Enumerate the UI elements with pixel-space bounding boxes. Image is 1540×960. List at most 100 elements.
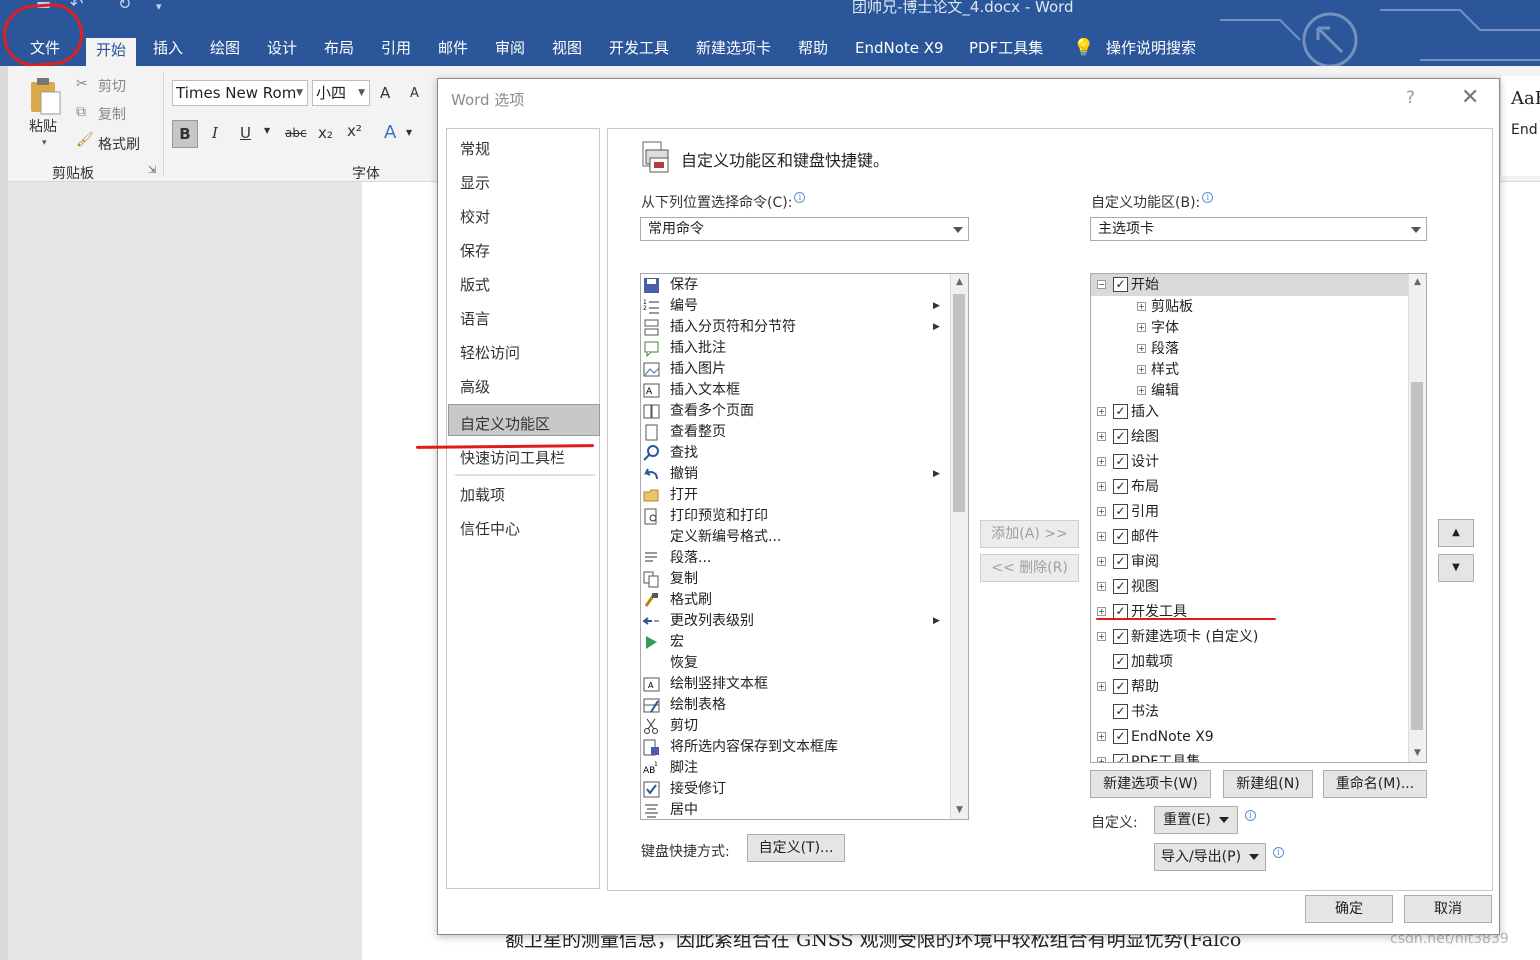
command-item[interactable]: A 插入文本框 (641, 380, 941, 401)
command-item[interactable]: 更改列表级别 ▶ (641, 611, 941, 632)
expand-icon[interactable]: + (1097, 557, 1106, 566)
command-item[interactable]: 插入批注 (641, 338, 941, 359)
command-item[interactable]: 定义新编号格式... (641, 527, 941, 548)
import-export-button[interactable]: 导入/导出(P) (1154, 843, 1266, 871)
move-down-button[interactable]: ▼ (1438, 554, 1474, 582)
nav-item-general[interactable]: 常规 (460, 138, 490, 159)
nav-item-quick-access-toolbar[interactable]: 快速访问工具栏 (460, 447, 565, 468)
command-item[interactable]: 绘制表格 (641, 695, 941, 716)
command-item[interactable]: 插入图片 (641, 359, 941, 380)
scroll-up-icon[interactable]: ▲ (951, 274, 968, 291)
tab-developer[interactable]: 开发工具 (609, 36, 669, 66)
command-item[interactable]: A 绘制竖排文本框 (641, 674, 941, 695)
ribbon-tree-item[interactable]: ✓ 书法 (1091, 701, 1409, 723)
command-item[interactable]: 保存 (641, 275, 941, 296)
expand-icon[interactable]: + (1097, 732, 1106, 741)
ribbon-tree-item[interactable]: + ✓ 设计 (1091, 451, 1409, 473)
checkbox[interactable]: ✓ (1113, 479, 1128, 494)
command-item[interactable]: 格式刷 (641, 590, 941, 611)
nav-item-customize-ribbon[interactable]: 自定义功能区 (460, 413, 550, 434)
subscript-button[interactable]: x₂ (318, 124, 333, 142)
checkbox[interactable]: ✓ (1113, 277, 1128, 292)
tab-layout[interactable]: 布局 (324, 36, 354, 66)
format-painter-label[interactable]: 格式刷 (98, 134, 140, 154)
tab-new-tab[interactable]: 新建选项卡 (696, 36, 771, 66)
tab-references[interactable]: 引用 (381, 36, 411, 66)
ribbon-tree-item[interactable]: + ✓ 绘图 (1091, 426, 1409, 448)
ribbon-tree-item[interactable]: ✓ 加载项 (1091, 651, 1409, 673)
expand-icon[interactable]: + (1137, 323, 1146, 332)
ribbon-tree-item[interactable]: + 段落 (1091, 338, 1409, 360)
checkbox[interactable]: ✓ (1113, 529, 1128, 544)
nav-item-advanced[interactable]: 高级 (460, 376, 490, 397)
checkbox[interactable]: ✓ (1113, 554, 1128, 569)
expand-icon[interactable]: + (1097, 457, 1106, 466)
scroll-thumb[interactable] (953, 294, 965, 512)
nav-item-accessibility[interactable]: 轻松访问 (460, 342, 520, 363)
ribbon-tree-item[interactable]: + ✓ EndNote X9 (1091, 726, 1409, 748)
ribbon-tree-item[interactable]: + ✓ 邮件 (1091, 526, 1409, 548)
expand-icon[interactable]: + (1097, 582, 1106, 591)
commands-list[interactable]: 保存 1 2 编号 ▶ 插入分页符和分节符 ▶ 插入批注 插入图片 A 插入文本框 查看多个页面 查看整… (640, 273, 969, 820)
nav-item-addins[interactable]: 加载项 (460, 484, 505, 505)
scroll-up-icon[interactable]: ▲ (1409, 274, 1426, 291)
expand-icon[interactable]: + (1097, 532, 1106, 541)
ribbon-tree-item[interactable]: + ✓ 帮助 (1091, 676, 1409, 698)
command-item[interactable]: 接受修订 (641, 779, 941, 800)
checkbox[interactable]: ✓ (1113, 429, 1128, 444)
underline-button[interactable]: U (240, 124, 251, 142)
ribbon-tree-item[interactable]: + 剪贴板 (1091, 296, 1409, 318)
tab-endnote[interactable]: EndNote X9 (855, 36, 944, 66)
copy-label[interactable]: 复制 (98, 104, 126, 124)
ribbon-tree-item[interactable]: + ✓ 审阅 (1091, 551, 1409, 573)
chevron-down-icon[interactable]: ▼ (264, 126, 270, 135)
ribbon-tree-item[interactable]: + 字体 (1091, 317, 1409, 339)
command-item[interactable]: 查看整页 (641, 422, 941, 443)
tell-me-search[interactable]: 操作说明搜索 (1106, 36, 1196, 66)
text-effects-button[interactable]: A (384, 122, 396, 143)
help-icon[interactable]: ? (1406, 88, 1415, 108)
expand-icon[interactable]: + (1097, 507, 1106, 516)
command-item[interactable]: 剪切 (641, 716, 941, 737)
tab-view[interactable]: 视图 (552, 36, 582, 66)
new-tab-button[interactable]: 新建选项卡(W) (1090, 770, 1211, 798)
qat-customize-icon[interactable]: ▾ (156, 0, 162, 13)
expand-icon[interactable]: + (1097, 757, 1106, 762)
expand-icon[interactable]: + (1097, 682, 1106, 691)
remove-button[interactable]: << 删除(R) (980, 554, 1079, 582)
nav-item-save[interactable]: 保存 (460, 240, 490, 261)
reset-button[interactable]: 重置(E) (1154, 806, 1238, 834)
add-button[interactable]: 添加(A) >> (980, 520, 1079, 548)
superscript-button[interactable]: x² (347, 122, 362, 140)
paste-icon[interactable] (28, 76, 62, 116)
cut-label[interactable]: 剪切 (98, 76, 126, 96)
scroll-thumb[interactable] (1411, 382, 1423, 730)
paste-dropdown-icon[interactable]: ▾ (42, 138, 47, 148)
command-item[interactable]: 宏 (641, 632, 941, 653)
tab-home[interactable]: 开始 (86, 38, 137, 68)
expand-icon[interactable]: + (1137, 386, 1146, 395)
ribbon-tree-item[interactable]: + 样式 (1091, 359, 1409, 381)
rename-button[interactable]: 重命名(M)... (1323, 770, 1427, 798)
scroll-down-icon[interactable]: ▼ (951, 802, 968, 819)
shrink-font-button[interactable]: A (410, 86, 419, 101)
commands-scrollbar[interactable]: ▲ ▼ (950, 274, 968, 819)
tab-review[interactable]: 审阅 (495, 36, 525, 66)
choose-commands-select[interactable]: 常用命令 (640, 217, 969, 241)
checkbox[interactable]: ✓ (1113, 454, 1128, 469)
ribbon-tree-item[interactable]: − ✓ 开始 (1091, 274, 1409, 296)
tab-draw[interactable]: 绘图 (210, 36, 240, 66)
command-item[interactable]: 撤销 ▶ (641, 464, 941, 485)
command-item[interactable]: 查找 (641, 443, 941, 464)
command-item[interactable]: 1 2 编号 ▶ (641, 296, 941, 317)
checkbox[interactable]: ✓ (1113, 504, 1128, 519)
nav-item-language[interactable]: 语言 (460, 308, 490, 329)
customize-ribbon-select[interactable]: 主选项卡 (1090, 217, 1427, 241)
new-group-button[interactable]: 新建组(N) (1223, 770, 1313, 798)
expand-icon[interactable]: + (1137, 365, 1146, 374)
tab-mailings[interactable]: 邮件 (438, 36, 468, 66)
scroll-down-icon[interactable]: ▼ (1409, 745, 1426, 762)
nav-item-proofing[interactable]: 校对 (460, 206, 490, 227)
tab-design[interactable]: 设计 (267, 36, 297, 66)
ribbon-tree-item[interactable]: + ✓ 引用 (1091, 501, 1409, 523)
